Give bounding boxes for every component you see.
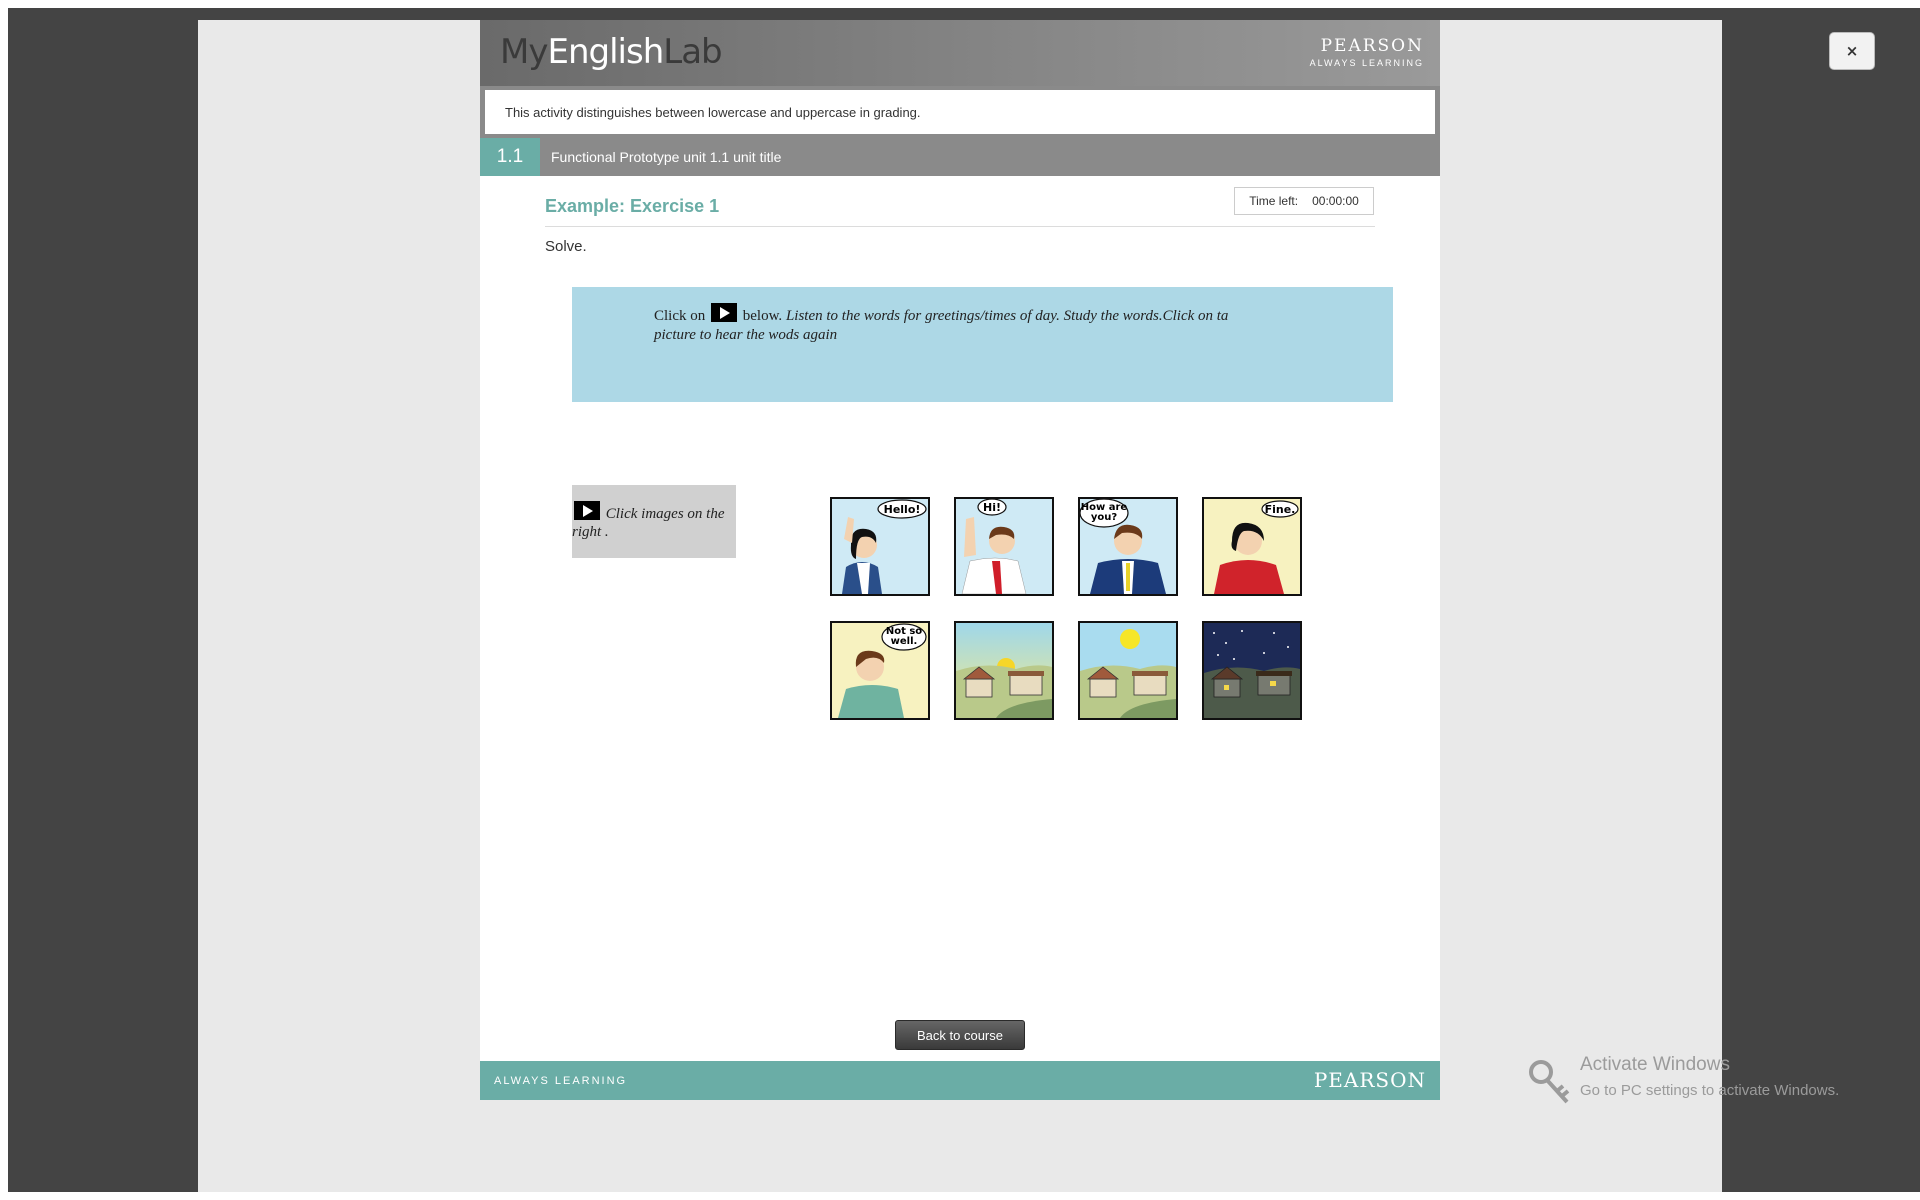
activity-panel: MyEnglishLab PEARSON ALWAYS LEARNING Thi… [480, 20, 1440, 1100]
tile-caption: Hello! [884, 503, 921, 516]
tile-how-are-you[interactable]: How are you? [1078, 497, 1178, 596]
tile-morning[interactable] [954, 621, 1054, 720]
tile-fine[interactable]: Fine. [1202, 497, 1302, 596]
tile-hi[interactable]: Hi! [954, 497, 1054, 596]
timer-value: 00:00:00 [1312, 194, 1359, 208]
close-button[interactable]: × [1829, 32, 1875, 70]
tile-caption: Not so well. [886, 626, 922, 647]
unit-bar: 1.1 Functional Prototype unit 1.1 unit t… [480, 138, 1440, 176]
header-bar: MyEnglishLab PEARSON ALWAYS LEARNING [480, 20, 1440, 86]
unit-title: Functional Prototype unit 1.1 unit title [551, 149, 782, 165]
footer-bar: ALWAYS LEARNING PEARSON [480, 1061, 1440, 1100]
footer-pearson-logo: PEARSON [1313, 1068, 1426, 1092]
myenglishlab-logo: MyEnglishLab [500, 32, 723, 72]
key-icon [1529, 1060, 1570, 1104]
tile-afternoon[interactable] [1078, 621, 1178, 720]
solve-prompt: Solve. [545, 238, 587, 255]
activate-windows-subtitle: Go to PC settings to activate Windows. [1580, 1082, 1840, 1099]
back-to-course-button[interactable]: Back to course [895, 1020, 1025, 1050]
tile-caption: Hi! [983, 501, 1001, 514]
activate-windows-title: Activate Windows [1580, 1054, 1730, 1075]
unit-number: 1.1 [480, 138, 540, 176]
instruction-box: Click on below. Listen to the words for … [572, 287, 1393, 402]
title-divider [545, 226, 1375, 227]
play-all-box[interactable]: Click images on the right . [572, 485, 736, 558]
image-grid: Hello! Hi! How are you? Fine. Not so wel… [830, 497, 1302, 720]
instruction-text: Listen to the words for greetings/times … [654, 308, 1229, 343]
tile-hello[interactable]: Hello! [830, 497, 930, 596]
exercise-title: Example: Exercise 1 [545, 196, 720, 216]
play-icon[interactable] [574, 501, 600, 520]
timer-label: Time left: [1249, 194, 1299, 208]
pearson-logo: PEARSON ALWAYS LEARNING [1309, 36, 1424, 68]
play-icon [711, 303, 737, 322]
grading-notice: This activity distinguishes between lowe… [485, 90, 1435, 134]
tile-caption: Fine. [1265, 503, 1296, 516]
tile-not-so-well[interactable]: Not so well. [830, 621, 930, 720]
instruction-click-on: Click on [654, 308, 706, 324]
tile-night[interactable] [1202, 621, 1302, 720]
time-left-box: Time left: 00:00:00 [1234, 187, 1374, 215]
instruction-below: below. [742, 308, 783, 324]
footer-tagline: ALWAYS LEARNING [494, 1075, 628, 1087]
